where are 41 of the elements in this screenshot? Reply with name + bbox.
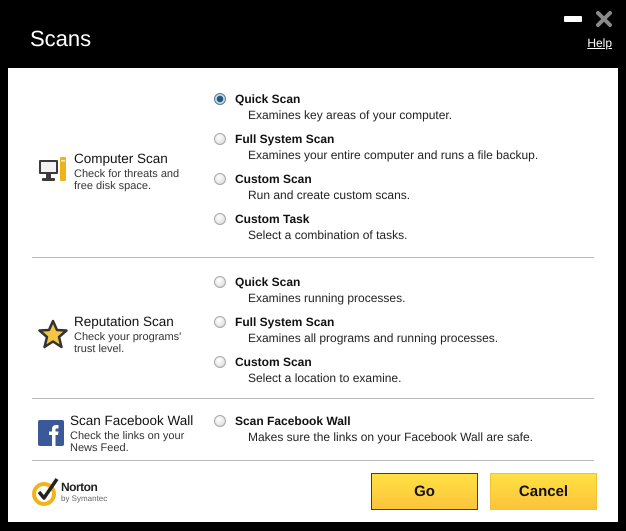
close-icon[interactable] <box>596 11 612 27</box>
option-description: Run and create custom scans. <box>248 187 412 203</box>
facebook-icon <box>38 420 64 448</box>
section-title: Scan Facebook Wall <box>70 413 194 428</box>
section-description: Check for threats and free disk space. <box>74 168 180 192</box>
option-label[interactable]: Custom Task <box>235 212 310 226</box>
option-description: Examines running processes. <box>248 290 406 306</box>
section-title: Reputation Scan <box>74 314 175 328</box>
option-description: Examines your entire computer and runs a file backup. <box>248 147 538 163</box>
star-icon <box>38 319 68 349</box>
option-label[interactable]: Full System Scan <box>235 132 334 146</box>
help-link[interactable]: Help <box>587 36 612 50</box>
radio-button[interactable] <box>214 276 226 288</box>
option-label[interactable]: Custom Scan <box>235 172 312 186</box>
section-title: Computer Scan <box>74 150 169 166</box>
radio-button[interactable] <box>214 173 226 185</box>
option-description: Examines all programs and running processes. <box>248 330 498 346</box>
option-description: Examines key areas of your computer. <box>248 107 454 123</box>
window-title: Scans <box>30 26 92 52</box>
minimize-icon[interactable] <box>564 16 582 22</box>
radio-button[interactable] <box>214 133 226 145</box>
radio-button[interactable] <box>214 213 226 225</box>
section-description: Check your programs' trust level. <box>74 330 182 354</box>
action-button[interactable]: Cancel <box>490 473 597 510</box>
brand-name: Norton <box>61 480 98 494</box>
option-label[interactable]: Quick Scan <box>235 92 300 106</box>
checkmark-logo-icon <box>32 476 60 506</box>
option-label[interactable]: Quick Scan <box>235 275 300 289</box>
radio-button[interactable] <box>214 93 226 105</box>
option-label[interactable]: Scan Facebook Wall <box>235 414 351 428</box>
brand-byline: by Symantec <box>61 494 108 503</box>
section-description: Check the links on your News Feed. <box>70 430 186 454</box>
option-label[interactable]: Full System Scan <box>235 315 334 329</box>
radio-button[interactable] <box>214 415 226 427</box>
action-button[interactable]: Go <box>371 473 478 510</box>
option-description: Select a location to examine. <box>248 370 402 386</box>
option-label[interactable]: Custom Scan <box>235 355 312 369</box>
radio-button[interactable] <box>214 316 226 328</box>
radio-button[interactable] <box>214 356 226 368</box>
option-description: Makes sure the links on your Facebook Wall are safe. <box>248 429 534 445</box>
option-description: Select a combination of tasks. <box>248 227 408 243</box>
